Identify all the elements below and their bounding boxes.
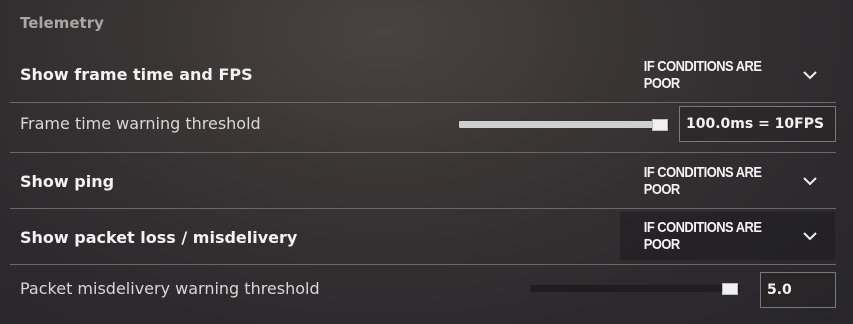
slider-fill xyxy=(459,121,659,128)
packet-loss-dropdown[interactable]: IF CONDITIONS ARE POOR xyxy=(620,212,835,260)
setting-row-frame-time-threshold: Frame time warning threshold 100.0ms = 1… xyxy=(0,102,853,152)
setting-label: Show frame time and FPS xyxy=(20,65,253,84)
setting-row-frame-time-fps: Show frame time and FPS IF CONDITIONS AR… xyxy=(0,52,853,98)
dropdown-value: IF CONDITIONS ARE POOR xyxy=(643,219,762,253)
setting-label: Frame time warning threshold xyxy=(20,114,261,133)
packet-misdelivery-threshold-value[interactable]: 5.0 xyxy=(760,272,836,308)
setting-row-packet-loss: Show packet loss / misdelivery IF CONDIT… xyxy=(0,212,853,260)
separator xyxy=(10,152,836,153)
chevron-down-icon xyxy=(802,67,817,83)
setting-label: Show packet loss / misdelivery xyxy=(20,228,298,247)
separator xyxy=(10,264,836,265)
value-text: 5.0 xyxy=(767,282,792,298)
dropdown-value: IF CONDITIONS ARE POOR xyxy=(643,58,762,92)
slider-thumb[interactable] xyxy=(652,119,668,131)
packet-misdelivery-threshold-slider[interactable] xyxy=(530,282,740,296)
slider-thumb[interactable] xyxy=(722,283,738,295)
dropdown-value: IF CONDITIONS ARE POOR xyxy=(643,164,762,198)
setting-row-show-ping: Show ping IF CONDITIONS ARE POOR xyxy=(0,158,853,204)
section-title: Telemetry xyxy=(20,14,104,32)
setting-label: Packet misdelivery warning threshold xyxy=(20,279,320,298)
chevron-down-icon xyxy=(802,228,817,244)
value-text: 100.0ms = 10FPS xyxy=(686,116,825,132)
frame-time-fps-dropdown[interactable]: IF CONDITIONS ARE POOR xyxy=(620,52,835,98)
setting-label: Show ping xyxy=(20,172,115,191)
slider-track xyxy=(530,285,740,292)
frame-time-threshold-value[interactable]: 100.0ms = 10FPS xyxy=(679,106,836,142)
chevron-down-icon xyxy=(802,173,817,189)
frame-time-threshold-slider[interactable] xyxy=(459,118,669,132)
show-ping-dropdown[interactable]: IF CONDITIONS ARE POOR xyxy=(620,158,835,204)
separator xyxy=(10,208,836,209)
setting-row-packet-misdelivery-threshold: Packet misdelivery warning threshold 5.0 xyxy=(0,266,853,316)
